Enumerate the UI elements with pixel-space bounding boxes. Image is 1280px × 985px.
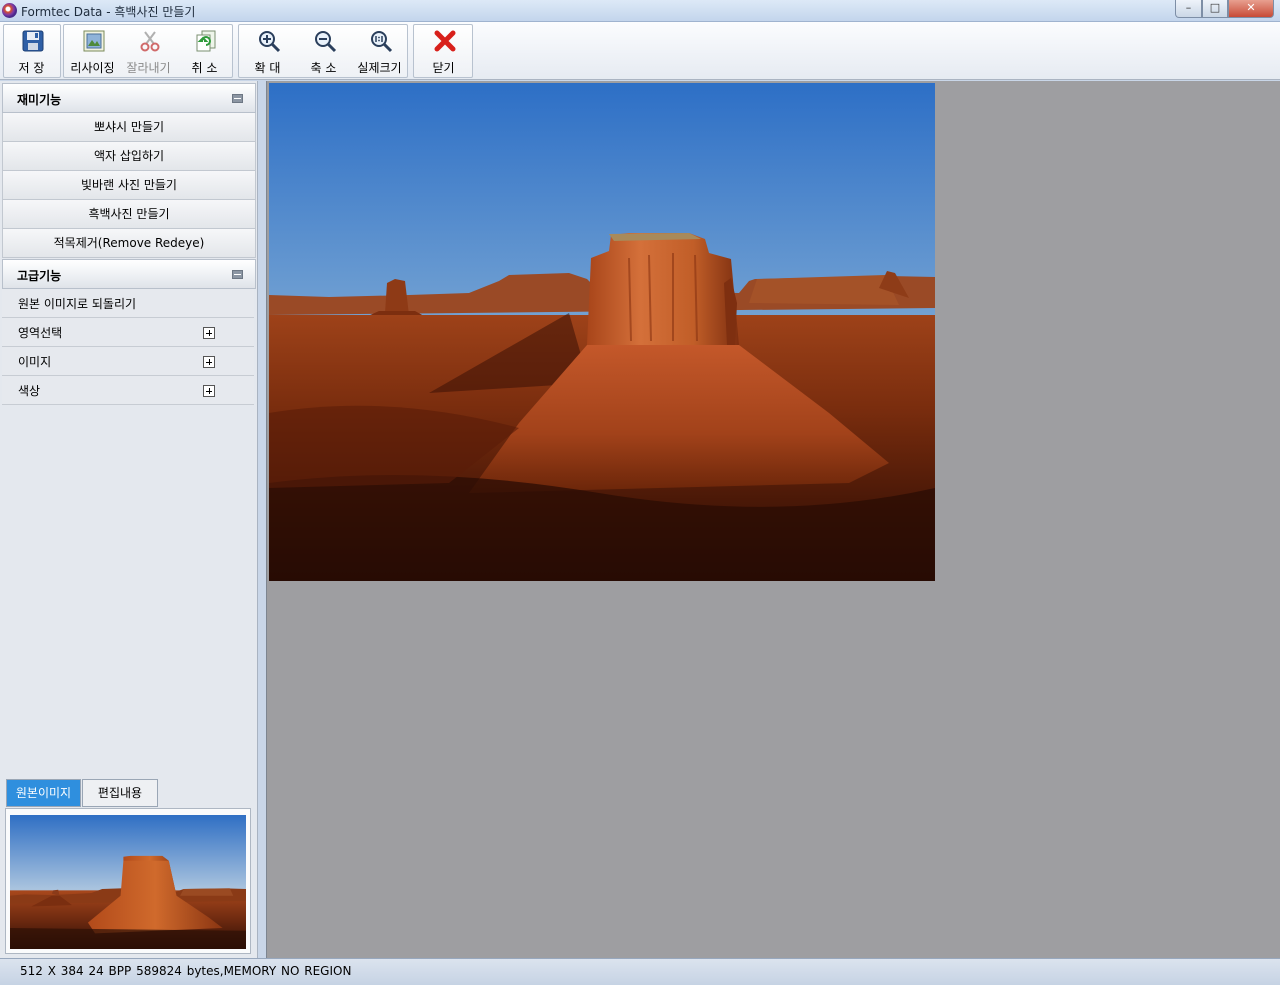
save-icon — [22, 30, 44, 52]
zoom-out-button[interactable]: 축 소 — [296, 25, 351, 77]
window-close-button[interactable]: ✕ — [1228, 0, 1274, 18]
minimize-button[interactable]: – — [1175, 0, 1202, 18]
collapse-icon[interactable] — [232, 94, 243, 103]
actual-size-button[interactable]: 실제크기 — [352, 25, 407, 77]
resize-label: 리사이징 — [70, 61, 115, 75]
undo-button[interactable]: 취 소 — [177, 25, 232, 77]
collapse-icon[interactable] — [232, 270, 243, 279]
zoom-out-icon — [315, 31, 337, 53]
restore-original-label: 원본 이미지로 되돌리기 — [18, 297, 137, 311]
save-button[interactable]: 저 장 — [4, 25, 59, 77]
advanced-section-title: 고급기능 — [17, 269, 62, 283]
close-icon — [434, 30, 456, 52]
color-label: 색상 — [18, 384, 41, 398]
tab-original-image[interactable]: 원본이미지 — [6, 779, 81, 807]
soft-focus-button[interactable]: 뽀샤시 만들기 — [2, 113, 256, 142]
close-label: 닫기 — [432, 61, 455, 75]
region-select-item[interactable]: 영역선택 — [2, 318, 254, 347]
status-bar: 512 X 384 24 BPP 589824 bytes,MEMORY NO … — [0, 958, 1280, 985]
fun-section-title: 재미기능 — [17, 93, 62, 107]
zoom-in-icon — [259, 31, 281, 53]
window-title: Formtec Data - 흑백사진 만들기 — [21, 5, 196, 19]
undo-label: 취 소 — [191, 61, 218, 75]
maximize-button[interactable]: □ — [1202, 0, 1228, 18]
save-label: 저 장 — [18, 61, 45, 75]
resize-button[interactable]: 리사이징 — [65, 25, 120, 77]
toolbar-group-close: 닫기 — [413, 24, 473, 78]
resize-icon — [83, 30, 105, 52]
expand-icon[interactable] — [203, 327, 215, 339]
image-canvas[interactable] — [266, 81, 1280, 958]
tab-edit-content[interactable]: 편집내용 — [82, 779, 158, 807]
cut-label: 잘라내기 — [126, 61, 171, 75]
thumbnail-image[interactable] — [10, 815, 246, 949]
insert-frame-button[interactable]: 액자 삽입하기 — [2, 142, 256, 171]
scissors-icon — [140, 31, 160, 52]
image-label: 이미지 — [18, 355, 52, 369]
status-text: 512 X 384 24 BPP 589824 bytes,MEMORY NO … — [20, 964, 352, 978]
zoom-in-button[interactable]: 확 대 — [240, 25, 295, 77]
black-white-button[interactable]: 흑백사진 만들기 — [2, 200, 256, 229]
expand-icon[interactable] — [203, 356, 215, 368]
region-select-label: 영역선택 — [18, 326, 63, 340]
toolbar-group-edit: 리사이징 잘라내기 취 소 — [63, 24, 233, 78]
color-item[interactable]: 색상 — [2, 376, 254, 405]
cut-button[interactable]: 잘라내기 — [121, 25, 176, 77]
zoom-out-label: 축 소 — [310, 61, 337, 75]
fun-section-header[interactable]: 재미기능 — [2, 83, 256, 113]
toolbar-group-zoom: 확 대 축 소 실제크기 — [238, 24, 408, 78]
restore-original-item[interactable]: 원본 이미지로 되돌리기 — [2, 289, 254, 318]
thumbnail-frame — [5, 808, 251, 954]
expand-icon[interactable] — [203, 385, 215, 397]
advanced-section-header[interactable]: 고급기능 — [2, 259, 256, 289]
close-button[interactable]: 닫기 — [416, 25, 471, 77]
title-bar: Formtec Data - 흑백사진 만들기 – □ ✕ — [0, 0, 1280, 22]
toolbar: 저 장 리사이징 잘라내기 취 소 확 대 축 소 실제크기 닫기 — [0, 22, 1280, 80]
app-logo-icon — [2, 3, 17, 18]
undo-icon — [196, 30, 216, 52]
image-item[interactable]: 이미지 — [2, 347, 254, 376]
remove-redeye-button[interactable]: 적목제거(Remove Redeye) — [2, 229, 256, 258]
actual-size-icon — [371, 31, 393, 53]
actual-size-label: 실제크기 — [357, 61, 402, 75]
faded-photo-button[interactable]: 빛바랜 사진 만들기 — [2, 171, 256, 200]
edited-photo[interactable] — [269, 83, 935, 581]
toolbar-group-file: 저 장 — [3, 24, 61, 78]
zoom-in-label: 확 대 — [254, 61, 281, 75]
